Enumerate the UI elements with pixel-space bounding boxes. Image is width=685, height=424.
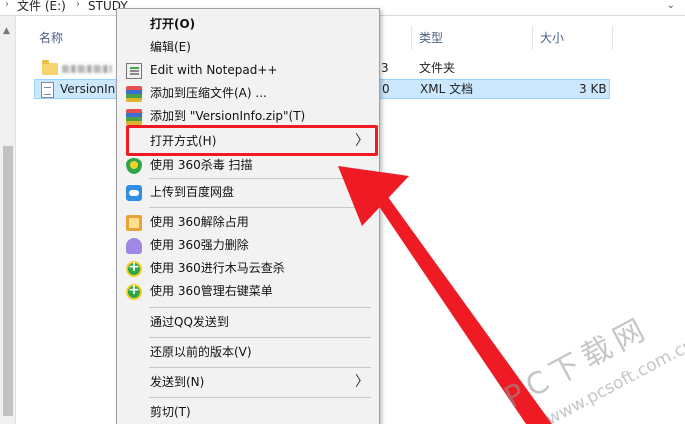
menu-separator: [149, 397, 371, 398]
blurred-folder-name: [62, 65, 112, 73]
360-unlock-icon: [126, 215, 142, 231]
menu-item-baidu-upload[interactable]: 上传到百度网盘: [117, 181, 379, 204]
menu-separator: [149, 178, 371, 179]
menu-item-label: 打开(O): [150, 17, 196, 31]
column-divider[interactable]: [411, 26, 412, 50]
notepad-icon: [126, 63, 142, 79]
menu-item-notepadpp[interactable]: Edit with Notepad++: [117, 59, 379, 82]
menu-item-send-to[interactable]: 发送到(N) 〉: [117, 371, 379, 394]
menu-item-label: 添加到压缩文件(A) ...: [150, 86, 267, 100]
menu-item-cut[interactable]: 剪切(T): [117, 401, 379, 424]
360-menu-manager-icon: [126, 282, 142, 300]
highlight-annotation-box: [126, 125, 378, 156]
navigation-pane: ▲: [0, 16, 16, 424]
column-header-name[interactable]: 名称: [39, 24, 63, 52]
360-trojan-icon: [126, 259, 142, 277]
menu-item-label: 剪切(T): [150, 405, 191, 419]
menu-separator: [149, 367, 371, 368]
winrar-icon: [126, 109, 142, 125]
chevron-right-icon: 〉: [355, 374, 369, 390]
menu-item-label: 使用 360管理右键菜单: [150, 284, 273, 298]
menu-separator: [149, 337, 371, 338]
scrollbar-thumb[interactable]: [3, 146, 13, 416]
folder-icon: [42, 60, 58, 75]
breadcrumb-separator: ›: [5, 0, 9, 10]
scroll-up-icon[interactable]: ▲: [3, 26, 10, 36]
breadcrumb-separator: ›: [76, 0, 80, 10]
column-header-size[interactable]: 大小: [540, 24, 564, 52]
menu-item-label: 使用 360进行木马云查杀: [150, 261, 285, 275]
file-size: 3 KB: [579, 82, 607, 96]
menu-item-label: 还原以前的版本(V): [150, 345, 252, 359]
menu-separator: [149, 307, 371, 308]
column-header-type[interactable]: 类型: [419, 24, 443, 52]
menu-item-label: 发送到(N): [150, 375, 205, 389]
menu-item-360-shred[interactable]: 使用 360强力删除: [117, 234, 379, 257]
menu-item-label: 编辑(E): [150, 40, 191, 54]
file-date: 3: [381, 61, 389, 75]
winrar-icon: [126, 86, 142, 102]
menu-item-360-trojan[interactable]: 使用 360进行木马云查杀: [117, 257, 379, 280]
file-type: XML 文档: [420, 82, 474, 96]
menu-item-send-qq[interactable]: 通过QQ发送到: [117, 311, 379, 334]
menu-item-label: 通过QQ发送到: [150, 315, 229, 329]
xml-file-icon: [41, 82, 54, 98]
menu-item-edit[interactable]: 编辑(E): [117, 36, 379, 59]
context-menu: 打开(O) 编辑(E) Edit with Notepad++ 添加到压缩文件(…: [116, 8, 380, 424]
column-divider[interactable]: [532, 26, 533, 50]
menu-item-label: 使用 360强力删除: [150, 238, 249, 252]
file-name: VersionIn: [60, 82, 116, 96]
menu-item-label: 使用 360解除占用: [150, 215, 249, 229]
menu-item-add-archive[interactable]: 添加到压缩文件(A) ...: [117, 82, 379, 105]
column-divider[interactable]: [612, 26, 613, 50]
menu-item-restore-versions[interactable]: 还原以前的版本(V): [117, 341, 379, 364]
360-shred-icon: [126, 238, 142, 254]
menu-item-label: 使用 360杀毒 扫描: [150, 158, 253, 172]
menu-item-360-scan[interactable]: 使用 360杀毒 扫描: [117, 154, 379, 177]
360-antivirus-icon: [126, 158, 142, 174]
menu-item-open[interactable]: 打开(O): [117, 13, 379, 36]
breadcrumb-drive[interactable]: 文件 (E:): [17, 0, 66, 15]
menu-item-360-unlock[interactable]: 使用 360解除占用: [117, 211, 379, 234]
menu-item-label: Edit with Notepad++: [150, 63, 278, 77]
file-type: 文件夹: [419, 61, 456, 75]
menu-separator: [149, 207, 371, 208]
menu-item-360-manage[interactable]: 使用 360管理右键菜单: [117, 280, 379, 303]
file-date: 0: [382, 82, 390, 96]
baidu-cloud-icon: [126, 185, 142, 201]
address-dropdown-icon[interactable]: ⌄: [667, 0, 675, 11]
menu-item-label: 上传到百度网盘: [150, 185, 235, 199]
